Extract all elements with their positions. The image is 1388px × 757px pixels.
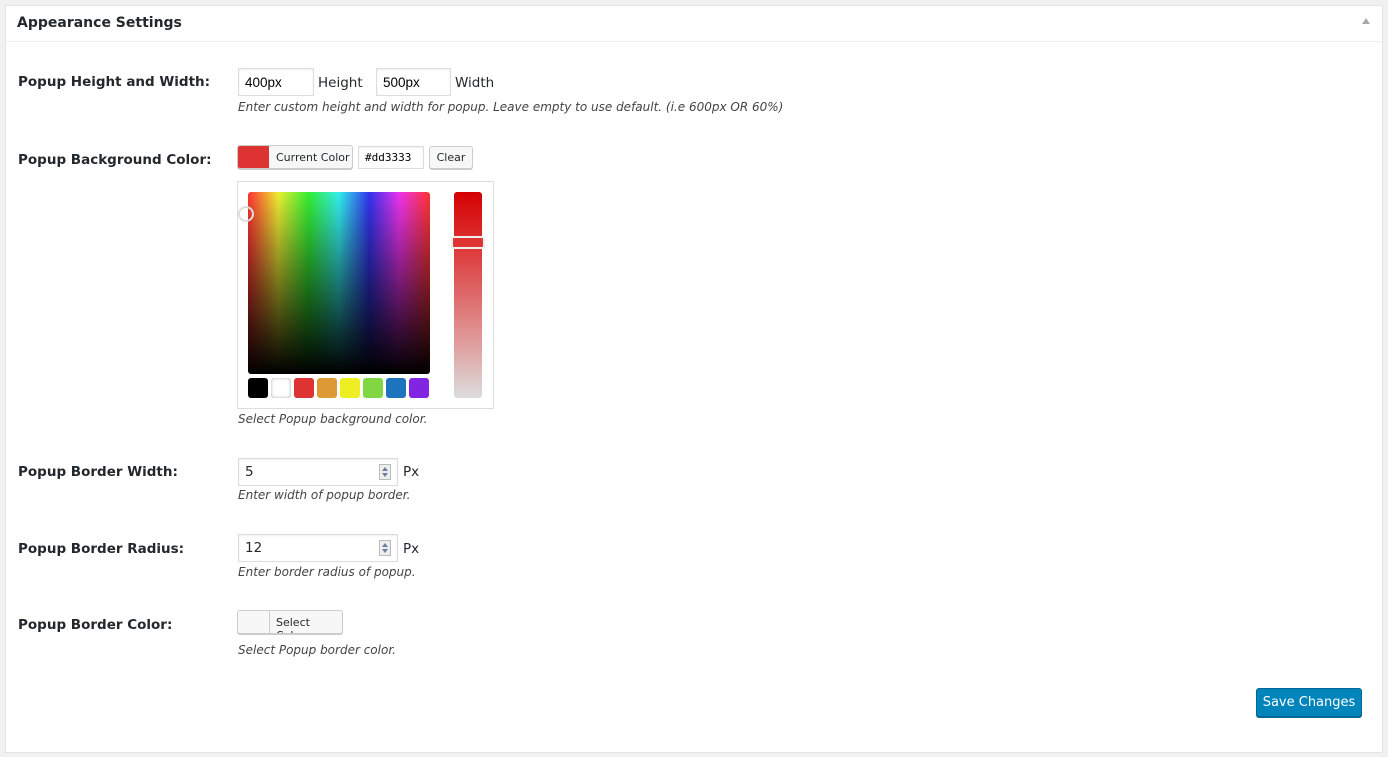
swatch-red[interactable] [294, 378, 314, 398]
slider-handle[interactable] [451, 236, 485, 249]
current-color-button[interactable]: Current Color [237, 145, 353, 169]
border-color-label: Popup Border Color: [18, 617, 173, 633]
hex-input[interactable] [358, 146, 424, 169]
border-radius-input[interactable]: 12 [238, 534, 398, 562]
color-picker-handle[interactable] [238, 206, 254, 222]
spinner-arrows-icon[interactable] [379, 464, 391, 480]
swatch-green[interactable] [363, 378, 383, 398]
swatch-white[interactable] [271, 378, 291, 398]
color-preview-swatch [238, 146, 269, 168]
appearance-settings-panel: Appearance Settings Popup Height and Wid… [5, 5, 1383, 753]
spinner-arrows-icon[interactable] [379, 540, 391, 556]
panel-title: Appearance Settings [17, 15, 182, 31]
border-color-description: Select Popup border color. [238, 643, 396, 657]
width-unit-label: Width [455, 75, 495, 91]
select-color-button[interactable]: Select Color [237, 610, 343, 634]
select-color-label: Select Color [276, 616, 310, 633]
height-input[interactable] [238, 68, 314, 96]
border-radius-value: 12 [245, 540, 263, 556]
border-width-description: Enter width of popup border. [238, 488, 411, 502]
collapse-arrow-icon[interactable] [1362, 18, 1370, 24]
swatch-purple[interactable] [409, 378, 429, 398]
bg-color-description: Select Popup background color. [238, 412, 428, 426]
color-spectrum-area[interactable] [238, 192, 430, 374]
bg-color-label: Popup Background Color: [18, 152, 212, 168]
border-radius-description: Enter border radius of popup. [238, 565, 416, 579]
current-color-label: Current Color [276, 151, 350, 164]
border-width-value: 5 [245, 464, 254, 480]
border-radius-label: Popup Border Radius: [18, 541, 185, 557]
save-changes-button[interactable]: Save Changes [1256, 688, 1362, 717]
width-input[interactable] [376, 68, 451, 96]
size-description: Enter custom height and width for popup.… [238, 100, 784, 114]
swatch-blue[interactable] [386, 378, 406, 398]
border-width-input[interactable]: 5 [238, 458, 398, 486]
swatch-orange[interactable] [317, 378, 337, 398]
panel-header: Appearance Settings [6, 6, 1382, 42]
saturation-slider[interactable] [451, 192, 485, 398]
border-color-preview-swatch [238, 611, 270, 633]
swatch-yellow[interactable] [340, 378, 360, 398]
color-picker [237, 181, 494, 409]
swatch-black[interactable] [248, 378, 268, 398]
border-radius-unit: Px [403, 541, 420, 557]
border-width-unit: Px [403, 464, 420, 480]
border-width-label: Popup Border Width: [18, 464, 178, 480]
height-unit-label: Height [318, 75, 363, 91]
clear-button[interactable]: Clear [429, 146, 473, 169]
size-label: Popup Height and Width: [18, 74, 211, 90]
